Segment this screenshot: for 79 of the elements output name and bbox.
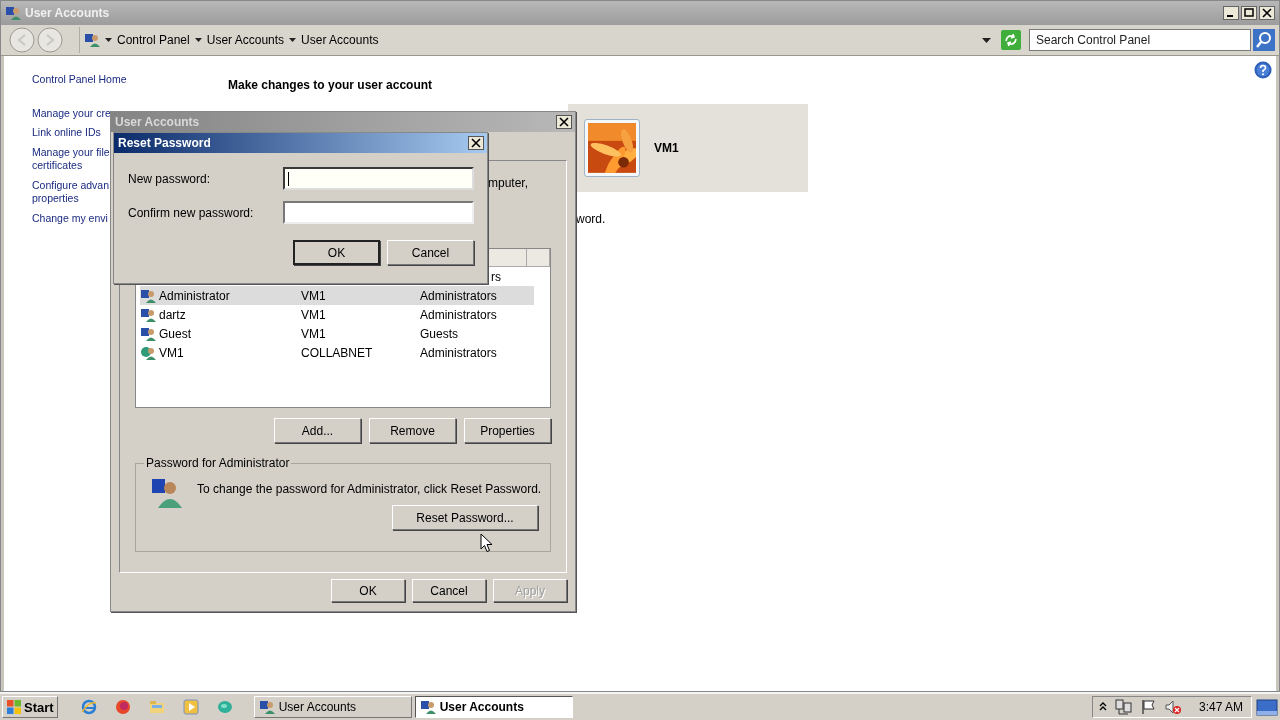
- start-button[interactable]: Start: [2, 696, 58, 718]
- user-row[interactable]: Administrator VM1 Administrators: [140, 286, 534, 305]
- password-field[interactable]: [283, 201, 474, 224]
- reset-password-button[interactable]: Reset Password...: [392, 505, 538, 530]
- browser-icon[interactable]: [80, 699, 97, 715]
- refresh-icon[interactable]: [1001, 30, 1021, 50]
- window-title: Reset Password: [118, 136, 211, 150]
- users-icon: [258, 699, 275, 715]
- account-name: VM1: [654, 141, 679, 155]
- field-label: New password:: [128, 171, 211, 186]
- button[interactable]: OK: [331, 579, 405, 602]
- table-cell-text: VM1: [159, 345, 185, 360]
- computer-user-icon: [140, 287, 157, 304]
- network-icon[interactable]: [1114, 699, 1133, 715]
- fox-browser-icon[interactable]: [114, 699, 131, 715]
- breadcrumb-item[interactable]: Control Panel: [117, 33, 190, 47]
- cursor-icon: [480, 533, 493, 553]
- user-row[interactable]: Guest VM1 Guests: [140, 324, 534, 343]
- search-icon[interactable]: [1253, 29, 1275, 51]
- address-field[interactable]: Control Panel User Accounts User Accounts: [79, 27, 999, 53]
- globe-user-icon: [140, 344, 157, 361]
- page-heading: Make changes to your user account: [228, 78, 433, 92]
- table-cell: Administrators: [420, 307, 497, 322]
- table-cell-text: Administrator: [159, 288, 231, 303]
- table-cell: rs: [491, 269, 501, 284]
- sidebar-link[interactable]: Control Panel Home: [32, 73, 228, 87]
- button[interactable]: Add...: [274, 418, 361, 443]
- button[interactable]: Cancel: [387, 240, 474, 265]
- dropdown-arrow-icon[interactable]: [982, 37, 991, 43]
- user-row[interactable]: VM1 COLLABNET Administrators: [140, 343, 534, 362]
- table-cell-text: VM1: [301, 326, 327, 341]
- dropdown-arrow-icon: [289, 38, 297, 42]
- clock: 3:47 AM: [1198, 700, 1243, 714]
- password-field[interactable]: [283, 167, 474, 190]
- button[interactable]: OK: [293, 240, 380, 265]
- table-cell-text: COLLABNET: [301, 345, 374, 360]
- button[interactable]: Remove: [369, 418, 456, 443]
- button[interactable]: Properties: [464, 418, 551, 443]
- minimize-icon[interactable]: [1223, 6, 1239, 20]
- close-icon[interactable]: [556, 115, 572, 129]
- breadcrumb-item[interactable]: User Accounts: [206, 33, 285, 47]
- flag-icon[interactable]: [1140, 699, 1157, 715]
- table-cell-text: VM1: [301, 307, 327, 322]
- table-cell-text: VM1: [301, 288, 327, 303]
- users-icon: [5, 5, 21, 21]
- user-row[interactable]: dartz VM1 Administrators: [140, 305, 534, 324]
- breadcrumb-item[interactable]: User Accounts: [301, 33, 379, 47]
- button[interactable]: Cancel: [412, 579, 486, 602]
- description-text: mputer,: [488, 176, 529, 192]
- taskbar-button[interactable]: User Accounts: [253, 696, 412, 718]
- taskbar-button[interactable]: User Accounts: [414, 696, 573, 718]
- search-field[interactable]: Search Control Panel: [1029, 29, 1251, 51]
- windows-logo-icon: [6, 699, 22, 715]
- help-icon[interactable]: [1254, 61, 1272, 79]
- table-cell: Administrators: [420, 345, 497, 360]
- description-text: To change the password for Administrator, click Reset Password.: [197, 482, 542, 496]
- description-text: word.: [576, 212, 606, 226]
- computer-user-icon: [140, 306, 157, 323]
- show-desktop-icon[interactable]: [1256, 697, 1278, 717]
- field-label: Confirm new password:: [128, 205, 254, 220]
- media-player-icon[interactable]: [182, 699, 199, 715]
- table-cell: Administrators: [420, 288, 497, 303]
- group-title: Password for Administrator: [145, 456, 291, 470]
- speaker-muted-icon[interactable]: [1164, 699, 1181, 715]
- user-icon: [150, 476, 184, 510]
- users-icon: [419, 699, 436, 715]
- dropdown-arrow-icon: [194, 38, 202, 42]
- window-title: User Accounts: [115, 115, 200, 129]
- maximize-icon[interactable]: [1241, 6, 1257, 20]
- close-icon[interactable]: [468, 136, 484, 150]
- dropdown-arrow-icon: [105, 38, 112, 42]
- window-title: User Accounts: [25, 6, 111, 20]
- computer-user-icon: [140, 325, 157, 342]
- table-cell-text: dartz: [159, 307, 187, 322]
- table-cell: Guests: [420, 326, 458, 341]
- chevron-icon[interactable]: [1098, 702, 1107, 712]
- close-icon[interactable]: [1259, 6, 1275, 20]
- users-icon: [84, 32, 100, 48]
- table-cell-text: Guest: [159, 326, 192, 341]
